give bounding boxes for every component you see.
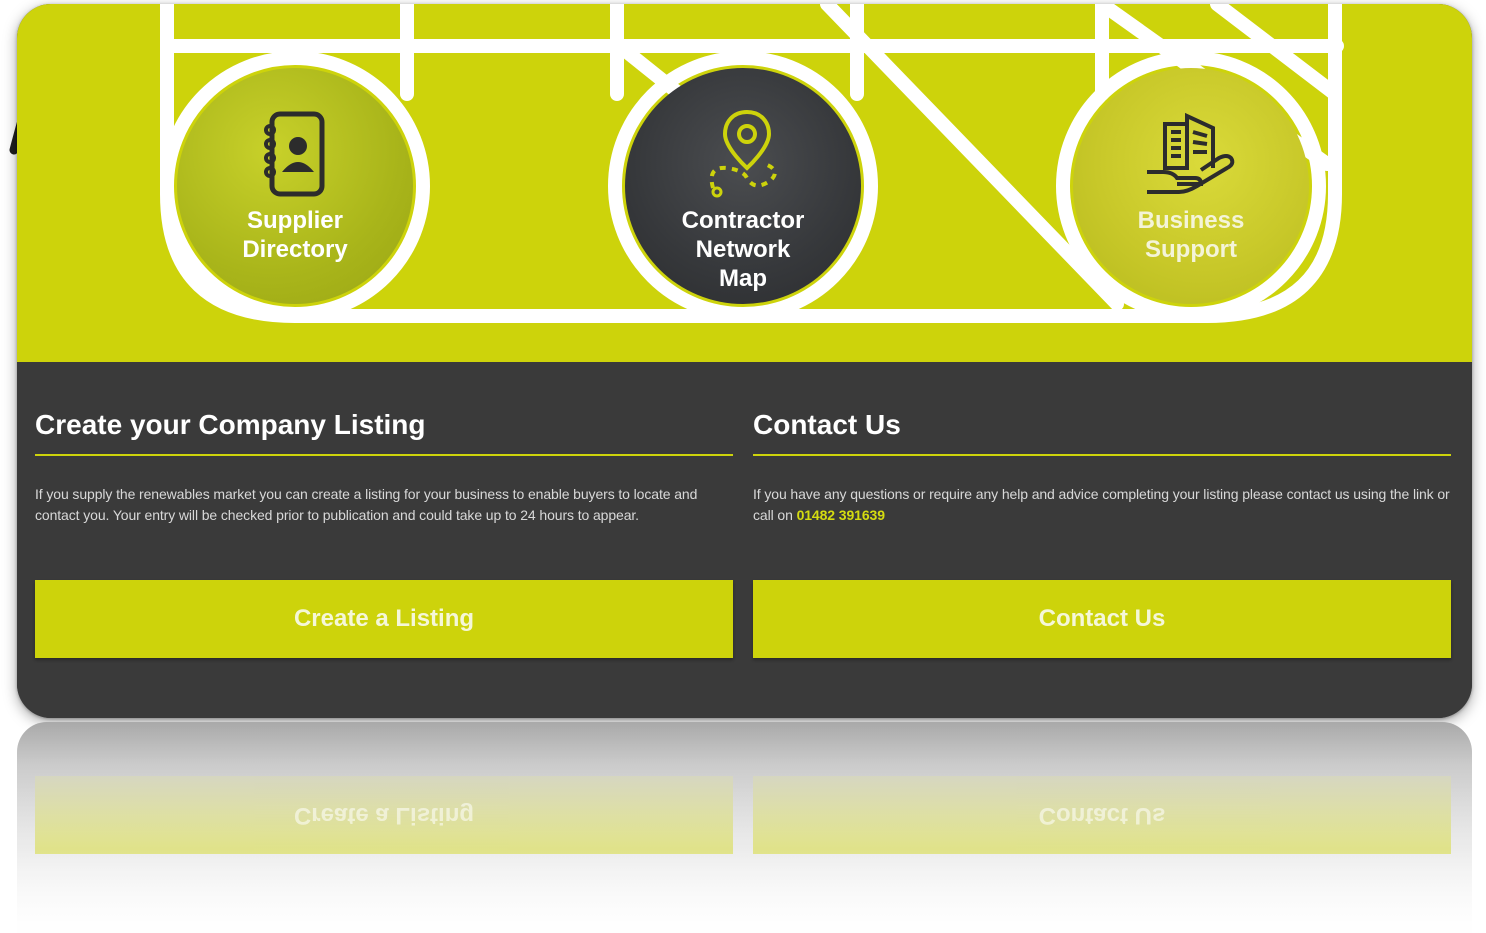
contact-phone-link[interactable]: 01482 391639	[797, 507, 885, 523]
hero-banner: Supplier Directory Contractor Network Ma…	[17, 4, 1472, 362]
building-in-hand-icon	[1143, 108, 1239, 200]
card-reflection: Create a Listing Contact Us	[17, 722, 1472, 933]
tile-label: Business Support	[1137, 207, 1245, 263]
contact-section: Contact Us If you have any questions or …	[753, 408, 1451, 526]
contact-us-button[interactable]: Contact Us	[753, 580, 1451, 658]
listing-heading: Create your Company Listing	[35, 409, 426, 440]
contact-divider	[753, 454, 1451, 456]
tile-contractor-network-map[interactable]: Contractor Network Map	[625, 68, 861, 304]
listing-description: If you supply the renewables market you …	[35, 486, 698, 523]
reflection-fade	[17, 722, 1472, 933]
tile-supplier-directory[interactable]: Supplier Directory	[177, 68, 413, 304]
create-listing-button[interactable]: Create a Listing	[35, 580, 733, 658]
services-card: Supplier Directory Contractor Network Ma…	[17, 4, 1472, 718]
address-book-icon	[260, 108, 330, 200]
tile-business-support[interactable]: Business Support	[1073, 68, 1309, 304]
info-panel: Create your Company Listing If you suppl…	[17, 362, 1472, 718]
listing-section: Create your Company Listing If you suppl…	[35, 408, 733, 526]
screenshot-stage: Supplier Directory Contractor Network Ma…	[0, 0, 1486, 933]
contact-description: If you have any questions or require any…	[753, 484, 1451, 526]
tile-label: Supplier Directory	[242, 207, 348, 263]
contact-heading: Contact Us	[753, 409, 901, 440]
listing-divider	[35, 454, 733, 456]
location-pin-route-icon	[703, 108, 783, 200]
tile-label: Contractor Network Map	[681, 207, 805, 292]
